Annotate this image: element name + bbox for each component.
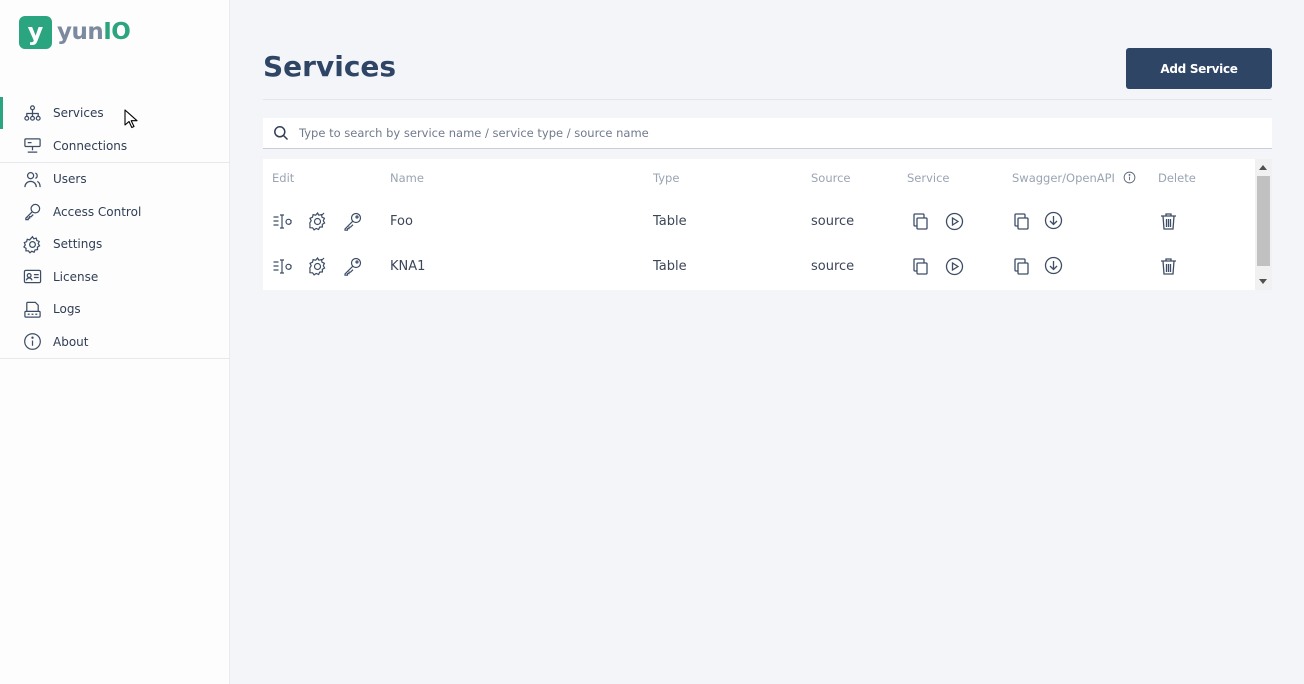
column-header-service: Service bbox=[907, 171, 950, 185]
copy-icon[interactable] bbox=[910, 256, 931, 277]
sidebar-item-label: Access Control bbox=[53, 204, 142, 219]
sidebar-item-license[interactable]: License bbox=[0, 261, 230, 294]
sidebar-item-label: Services bbox=[53, 106, 104, 121]
service-type: Table bbox=[653, 214, 687, 229]
service-name[interactable]: Foo bbox=[390, 199, 413, 244]
logo-badge: y bbox=[19, 15, 52, 49]
column-header-delete: Delete bbox=[1158, 171, 1196, 185]
key-icon bbox=[25, 204, 41, 221]
service-source: source bbox=[811, 214, 855, 229]
yunio-logo[interactable]: y yunIO bbox=[19, 15, 131, 49]
key-icon[interactable] bbox=[342, 256, 363, 277]
swagger-actions bbox=[1011, 199, 1064, 244]
table-row: KNA1 Table source bbox=[263, 244, 1255, 289]
key-icon[interactable] bbox=[342, 211, 363, 232]
edit-text-icon[interactable] bbox=[272, 256, 293, 277]
page-title: Services bbox=[263, 50, 397, 83]
sidebar-item-label: Settings bbox=[53, 237, 103, 252]
header-divider bbox=[263, 99, 1272, 100]
swagger-actions bbox=[1011, 244, 1064, 289]
copy-icon[interactable] bbox=[910, 211, 931, 232]
delete-action bbox=[1158, 244, 1179, 289]
id-card-icon bbox=[23, 269, 42, 284]
search-bar bbox=[263, 118, 1272, 149]
sidebar-item-access-control[interactable]: Access Control bbox=[0, 196, 230, 229]
column-header-swagger: Swagger/OpenAPI bbox=[1012, 171, 1136, 185]
sidebar-item-services[interactable]: Services bbox=[0, 97, 230, 130]
delete-action bbox=[1158, 199, 1179, 244]
scroll-down-icon[interactable] bbox=[1259, 279, 1267, 284]
logs-icon bbox=[24, 301, 41, 318]
sidebar-item-label: Logs bbox=[53, 302, 81, 317]
search-input[interactable] bbox=[299, 126, 1272, 140]
edit-text-icon[interactable] bbox=[272, 211, 293, 232]
trash-icon[interactable] bbox=[1158, 211, 1179, 232]
sidebar-item-about[interactable]: About bbox=[0, 326, 230, 359]
sidebar-item-users[interactable]: Users bbox=[0, 163, 230, 196]
column-header-name: Name bbox=[390, 171, 424, 185]
table-header: Edit Name Type Source Service Swagger/Op… bbox=[263, 159, 1255, 198]
add-service-button[interactable]: Add Service bbox=[1126, 48, 1272, 89]
gear-icon bbox=[23, 235, 41, 254]
logo-text: yunIO bbox=[57, 19, 131, 45]
sidebar-item-connections[interactable]: Connections bbox=[0, 130, 230, 163]
sidebar-item-label: About bbox=[53, 334, 89, 349]
download-icon[interactable] bbox=[1043, 255, 1064, 276]
configure-gear-icon[interactable] bbox=[307, 211, 328, 232]
search-icon bbox=[274, 126, 289, 141]
column-header-type: Type bbox=[653, 171, 680, 185]
service-type: Table bbox=[653, 259, 687, 274]
sidebar-item-label: License bbox=[53, 269, 99, 284]
sitemap-icon bbox=[24, 105, 41, 121]
play-icon[interactable] bbox=[944, 256, 965, 277]
mouse-cursor-icon bbox=[124, 109, 138, 129]
column-header-edit: Edit bbox=[272, 171, 295, 185]
configure-gear-icon[interactable] bbox=[307, 256, 328, 277]
sidebar-item-label: Connections bbox=[53, 138, 128, 153]
service-source: source bbox=[811, 259, 855, 274]
copy-icon[interactable] bbox=[1011, 256, 1032, 277]
service-actions bbox=[910, 244, 965, 289]
table-scrollbar[interactable] bbox=[1255, 159, 1272, 290]
scrollbar-thumb[interactable] bbox=[1257, 176, 1270, 266]
sidebar-item-settings[interactable]: Settings bbox=[0, 228, 230, 261]
scroll-up-icon[interactable] bbox=[1259, 165, 1267, 170]
column-header-swagger-label: Swagger/OpenAPI bbox=[1012, 171, 1115, 185]
sidebar-divider bbox=[0, 358, 230, 359]
copy-icon[interactable] bbox=[1011, 211, 1032, 232]
logo-name-suffix: IO bbox=[103, 19, 131, 45]
edit-actions bbox=[272, 199, 363, 244]
logo-name-prefix: yun bbox=[57, 19, 104, 45]
trash-icon[interactable] bbox=[1158, 256, 1179, 277]
users-icon bbox=[24, 171, 41, 187]
sidebar-item-label: Users bbox=[53, 172, 87, 187]
info-icon[interactable] bbox=[1123, 171, 1136, 184]
sidebar-nav: Services Connections Users Access Contro… bbox=[0, 97, 230, 359]
services-table: Edit Name Type Source Service Swagger/Op… bbox=[263, 159, 1272, 290]
download-icon[interactable] bbox=[1043, 210, 1064, 231]
connections-icon bbox=[24, 138, 41, 154]
column-header-source: Source bbox=[811, 171, 851, 185]
sidebar: y yunIO Services Connections Users Acces… bbox=[0, 0, 230, 684]
info-icon bbox=[24, 333, 41, 351]
sidebar-item-logs[interactable]: Logs bbox=[0, 293, 230, 326]
edit-actions bbox=[272, 244, 363, 289]
service-name[interactable]: KNA1 bbox=[390, 244, 425, 289]
table-row: Foo Table source bbox=[263, 199, 1255, 244]
service-actions bbox=[910, 199, 965, 244]
play-icon[interactable] bbox=[944, 211, 965, 232]
